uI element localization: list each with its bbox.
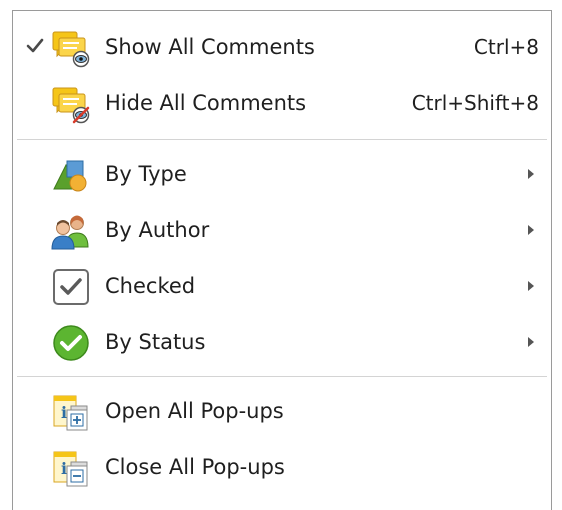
svg-text:i: i — [61, 403, 67, 422]
menu-item-hide-all-comments[interactable]: Hide All Comments Ctrl+Shift+8 — [13, 79, 551, 127]
menu-item-label: By Status — [105, 330, 206, 354]
submenu-arrow-icon — [528, 225, 534, 235]
menu-item-open-all-popups[interactable]: i Open All Pop-ups — [13, 387, 551, 435]
submenu-arrow-icon — [528, 169, 534, 179]
menu-item-show-all-comments[interactable]: Show All Comments Ctrl+8 — [13, 23, 551, 71]
menu-separator — [17, 139, 547, 140]
shapes-icon — [53, 160, 87, 192]
menu-item-label: By Type — [105, 162, 187, 186]
users-icon — [51, 215, 89, 250]
menu-item-shortcut: Ctrl+Shift+8 — [411, 91, 539, 115]
submenu-arrow-icon — [528, 281, 534, 291]
menu-item-by-type[interactable]: By Type — [13, 150, 551, 198]
popup-open-icon: i — [53, 395, 88, 431]
svg-text:i: i — [61, 459, 67, 478]
menu-item-label: By Author — [105, 218, 210, 242]
checkmark-icon — [26, 38, 44, 53]
menu-item-label: Hide All Comments — [105, 91, 307, 115]
comments-hide-icon — [52, 87, 90, 124]
comments-show-icon — [52, 31, 90, 68]
menu-item-checked[interactable]: Checked — [13, 262, 551, 310]
popup-close-icon: i — [53, 451, 88, 487]
checkbox-icon — [53, 269, 89, 305]
menu-item-label: Close All Pop-ups — [105, 455, 285, 479]
submenu-arrow-icon — [528, 337, 534, 347]
menu-item-by-status[interactable]: By Status — [13, 318, 551, 366]
menu-item-close-all-popups[interactable]: i Close All Pop-ups — [13, 443, 551, 491]
menu-item-by-author[interactable]: By Author — [13, 206, 551, 254]
status-check-icon — [53, 325, 89, 361]
menu-item-shortcut: Ctrl+8 — [473, 35, 539, 59]
comments-context-menu: Show All Comments Ctrl+8 Hide All Commen… — [12, 10, 552, 510]
menu-separator — [17, 376, 547, 377]
menu-item-label: Open All Pop-ups — [105, 399, 284, 423]
menu-item-label: Checked — [105, 274, 196, 298]
menu-item-label: Show All Comments — [105, 35, 315, 59]
